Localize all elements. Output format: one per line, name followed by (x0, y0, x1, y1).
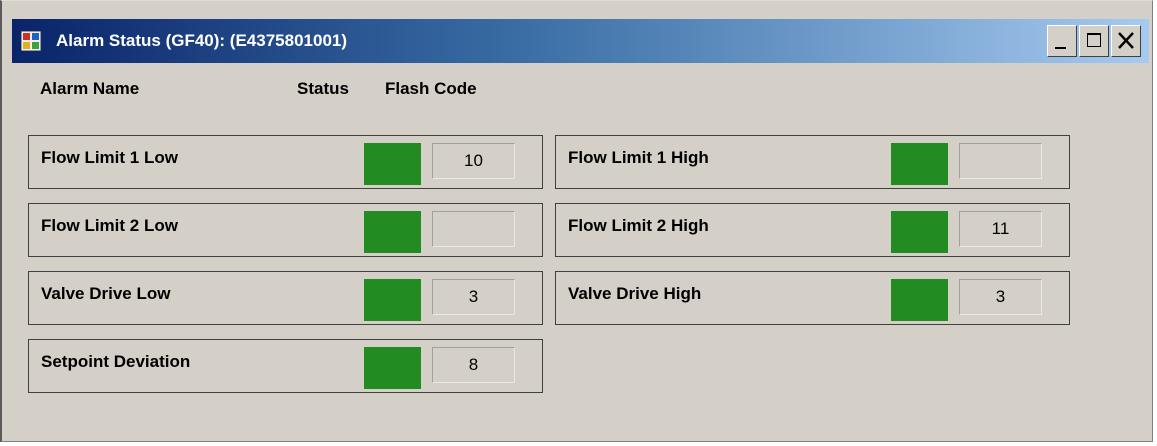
header-alarm-name: Alarm Name (40, 79, 140, 98)
alarm-label: Flow Limit 1 Low (41, 148, 178, 167)
flash-code-field: 10 (432, 143, 515, 179)
status-indicator (364, 211, 421, 253)
alarm-label: Flow Limit 1 High (568, 148, 709, 167)
flash-code-field: 3 (432, 279, 515, 315)
alarm-group-flow-limit-2-low: Flow Limit 2 Low (28, 203, 543, 257)
flash-code-field (432, 211, 515, 247)
flash-code-field: 8 (432, 347, 515, 383)
minimize-button[interactable] (1047, 25, 1077, 57)
status-indicator (364, 143, 421, 185)
status-indicator (891, 279, 948, 321)
flash-code-field: 11 (959, 211, 1042, 247)
alarm-status-window: Alarm Status (GF40): (E4375801001) Alarm… (0, 0, 1153, 442)
alarm-group-valve-drive-low: Valve Drive Low 3 (28, 271, 543, 325)
app-icon (20, 30, 42, 52)
alarm-group-setpoint-deviation: Setpoint Deviation 8 (28, 339, 543, 393)
status-indicator (364, 347, 421, 389)
window-title: Alarm Status (GF40): (E4375801001) (56, 31, 348, 50)
close-icon (1118, 32, 1134, 49)
alarm-label: Valve Drive Low (41, 284, 171, 303)
alarm-label: Valve Drive High (568, 284, 702, 303)
alarm-group-flow-limit-2-high: Flow Limit 2 High 11 (555, 203, 1070, 257)
title-bar[interactable]: Alarm Status (GF40): (E4375801001) (12, 19, 1149, 63)
alarm-group-valve-drive-high: Valve Drive High 3 (555, 271, 1070, 325)
status-indicator (891, 143, 948, 185)
status-indicator (364, 279, 421, 321)
maximize-icon (1087, 33, 1101, 47)
alarm-label: Flow Limit 2 High (568, 216, 709, 235)
minimize-icon (1055, 47, 1066, 49)
status-indicator (891, 211, 948, 253)
header-flash-code: Flash Code (385, 79, 477, 98)
header-status: Status (297, 79, 349, 98)
alarm-label: Flow Limit 2 Low (41, 216, 178, 235)
alarm-label: Setpoint Deviation (41, 352, 191, 371)
alarm-group-flow-limit-1-high: Flow Limit 1 High (555, 135, 1070, 189)
flash-code-field (959, 143, 1042, 179)
flash-code-field: 3 (959, 279, 1042, 315)
close-button[interactable] (1111, 25, 1141, 57)
alarm-group-flow-limit-1-low: Flow Limit 1 Low 10 (28, 135, 543, 189)
maximize-button[interactable] (1079, 25, 1109, 57)
